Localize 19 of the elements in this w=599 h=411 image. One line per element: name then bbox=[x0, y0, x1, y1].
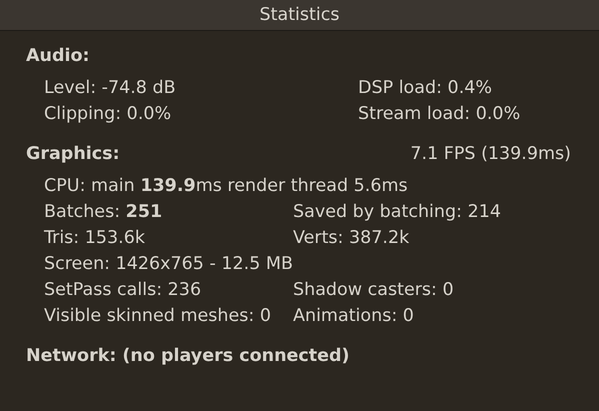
stat-text: Stream load: 0.0% bbox=[358, 104, 520, 124]
stat-text: Screen: 1426x765 - 12.5 MB bbox=[44, 254, 293, 274]
stat-text: CPU: main 139.9ms render thread 5.6ms bbox=[44, 176, 408, 196]
section-heading: Audio: bbox=[26, 46, 90, 66]
stat-text: Clipping: 0.0% bbox=[44, 104, 172, 124]
stat-text: Tris: 153.6k bbox=[44, 228, 146, 248]
section-heading: Network: (no players connected) bbox=[26, 346, 350, 366]
section-heading: Graphics: bbox=[26, 144, 120, 164]
stat-text: Saved by batching: 214 bbox=[293, 202, 501, 222]
fps-reading: 7.1 FPS (139.9ms) bbox=[410, 144, 571, 164]
window-title: Statistics bbox=[0, 0, 599, 31]
stat-text: Animations: 0 bbox=[293, 306, 414, 326]
stat-text: Shadow casters: 0 bbox=[293, 280, 454, 300]
stat-text: Visible skinned meshes: 0 bbox=[44, 306, 272, 326]
stat-text: Level: -74.8 dB bbox=[44, 78, 177, 98]
stat-text: Verts: 387.2k bbox=[293, 228, 410, 248]
stat-text: Batches: 251 bbox=[44, 202, 164, 222]
stat-text: DSP load: 0.4% bbox=[358, 78, 492, 98]
stat-text: SetPass calls: 236 bbox=[44, 280, 202, 300]
